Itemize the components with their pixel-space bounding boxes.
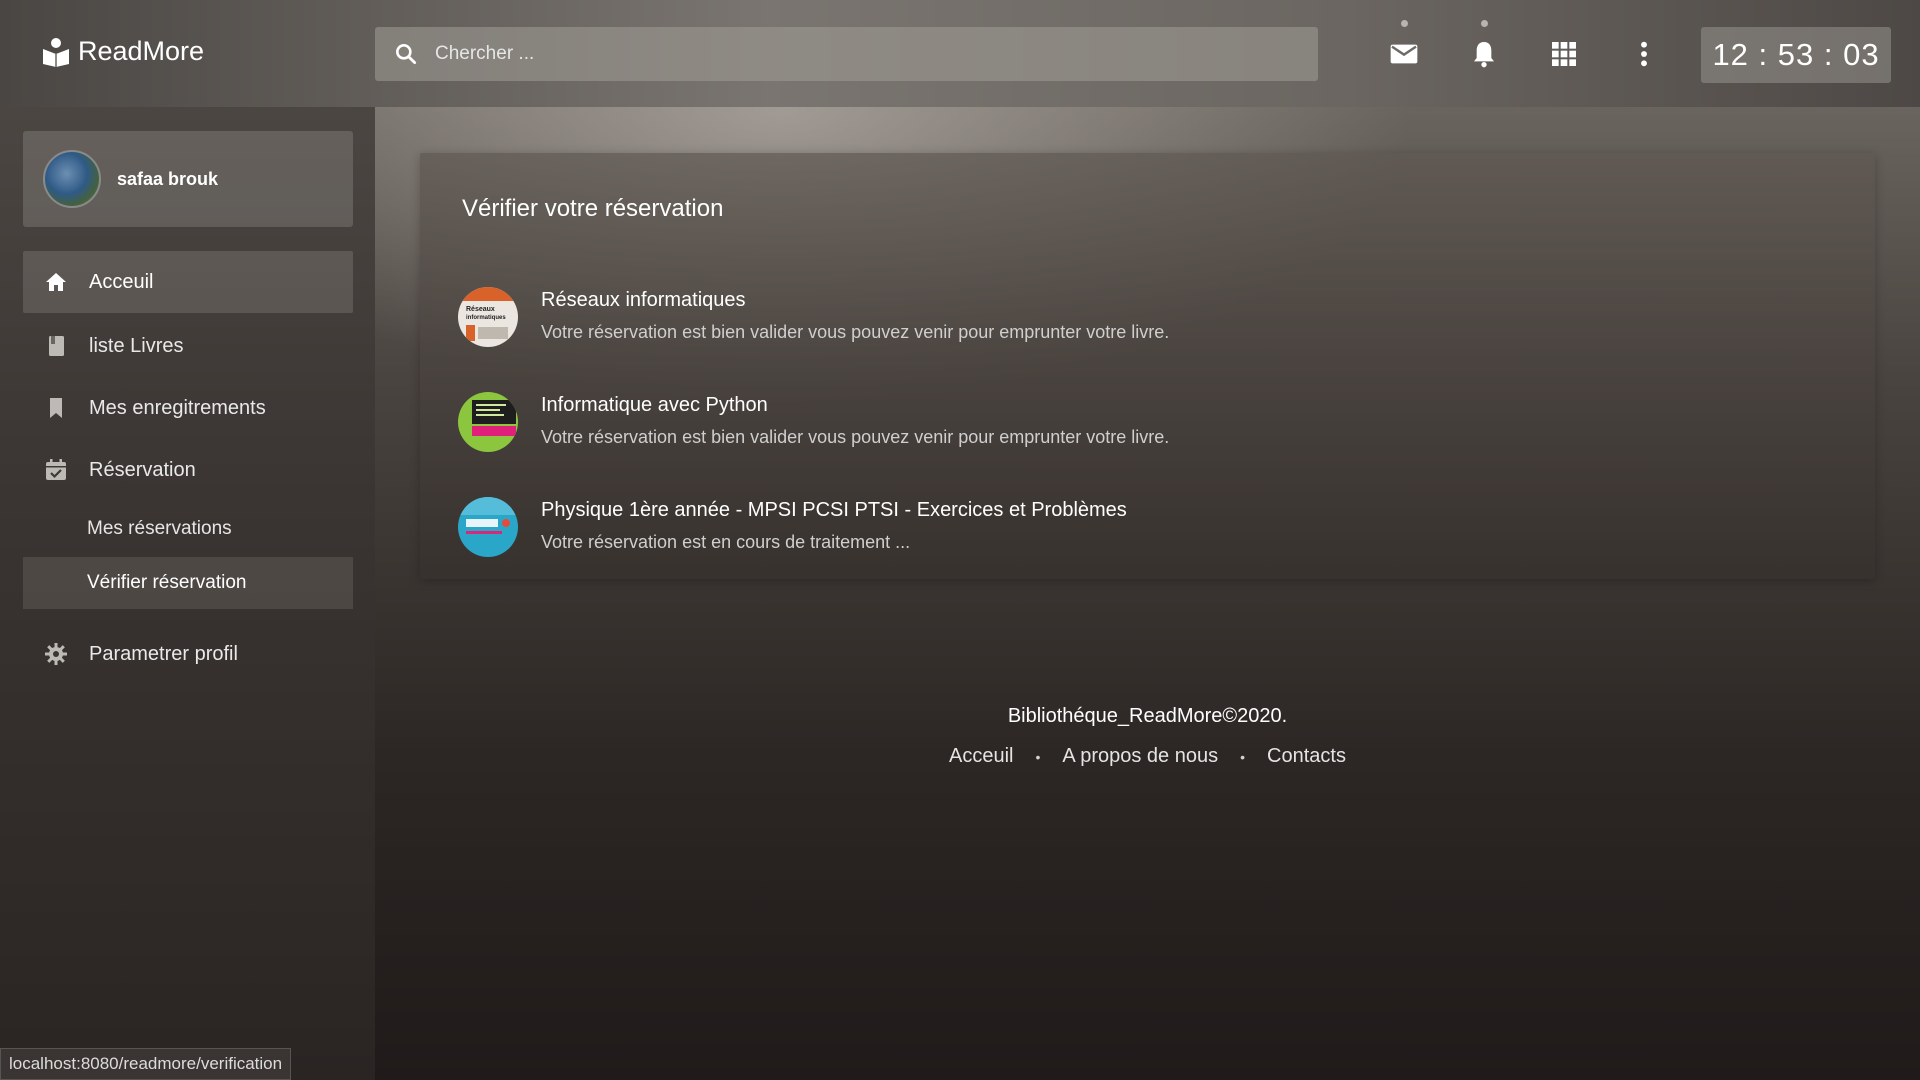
list-item[interactable]: Physique 1ère année - MPSI PCSI PTSI - E… <box>458 497 1838 577</box>
book-title: Informatique avec Python <box>541 394 768 416</box>
book-cover-thumbnail: Réseaux informatiques <box>458 287 518 347</box>
sidebar-item-reservation[interactable]: Réservation <box>23 439 353 501</box>
sidebar-subitem-label: Vérifier réservation <box>87 572 247 593</box>
list-item[interactable]: Informatique avec Python Votre réservati… <box>458 392 1838 472</box>
apps-button[interactable] <box>1544 34 1584 74</box>
brand-logo[interactable]: ReadMore <box>42 36 204 67</box>
avatar <box>43 150 101 208</box>
card-title: Vérifier votre réservation <box>462 195 724 222</box>
footer-separator: • <box>1035 748 1041 765</box>
search-input[interactable] <box>435 43 1295 65</box>
sidebar-item-label: liste Livres <box>89 334 184 357</box>
gear-icon <box>43 641 69 667</box>
footer-link-a-propos[interactable]: A propos de nous <box>1062 745 1218 768</box>
footer-links: Acceuil • A propos de nous • Contacts <box>420 745 1875 768</box>
search-icon <box>396 44 417 65</box>
reservation-card: Vérifier votre réservation Réseaux infor… <box>420 153 1875 579</box>
notifications-button[interactable] <box>1464 34 1504 74</box>
clock-display: 12 : 53 : 03 <box>1701 27 1891 83</box>
search-bar[interactable] <box>375 27 1318 81</box>
book-icon <box>43 333 69 359</box>
reservation-status: Votre réservation est bien valider vous … <box>541 427 1170 447</box>
sidebar-item-acceuil[interactable]: Acceuil <box>23 251 353 313</box>
book-title: Physique 1ère année - MPSI PCSI PTSI - E… <box>541 499 1127 521</box>
list-item[interactable]: Réseaux informatiques Réseaux informatiq… <box>458 287 1838 367</box>
top-bar: ReadMore Chercher ... 12: 53: 03 <box>0 0 1920 107</box>
user-profile-card[interactable]: safaa brouk <box>23 131 353 227</box>
sidebar-item-label: Parametrer profil <box>89 642 238 665</box>
footer-link-contacts[interactable]: Contacts <box>1267 745 1346 768</box>
bookmark-icon <box>43 395 69 421</box>
svg-text:Réseaux: Réseaux <box>466 306 495 313</box>
sidebar-item-label: Acceuil <box>89 270 154 293</box>
footer-separator: • <box>1240 748 1246 765</box>
more-vert-icon <box>1641 41 1647 67</box>
sidebar-item-label: Réservation <box>89 458 196 481</box>
svg-text:informatiques: informatiques <box>466 315 506 321</box>
reservation-status: Votre réservation est bien valider vous … <box>541 322 1170 342</box>
sidebar-subitem-mes-reservations[interactable]: Mes réservations <box>23 503 353 555</box>
bell-indicator-dot <box>1481 20 1488 27</box>
mail-button[interactable] <box>1384 34 1424 74</box>
sidebar-subitem-label: Mes réservations <box>87 518 232 539</box>
sidebar-item-label: Mes enregitrements <box>89 396 266 419</box>
sidebar-item-liste-livres[interactable]: liste Livres <box>23 315 353 377</box>
sidebar-item-mes-enregitrements[interactable]: Mes enregitrements <box>23 377 353 439</box>
brand-name: ReadMore <box>78 36 205 66</box>
sidebar: safaa brouk Acceuil liste Livres Mes enr… <box>0 107 375 1080</box>
home-icon <box>43 269 69 295</box>
sidebar-subitem-verifier-reservation[interactable]: Vérifier réservation <box>23 557 353 609</box>
sidebar-item-parametrer-profil[interactable]: Parametrer profil <box>23 623 353 685</box>
mail-indicator-dot <box>1401 20 1408 27</box>
footer-copyright: Bibliothéque_ReadMore©2020. <box>1007 705 1288 727</box>
footer-link-acceuil[interactable]: Acceuil <box>949 745 1013 768</box>
book-cover-thumbnail <box>458 392 518 452</box>
status-bar-url: localhost:8080/readmore/verification <box>0 1048 292 1080</box>
reservation-status: Votre réservation est en cours de traite… <box>541 532 911 552</box>
bell-icon <box>1474 42 1494 68</box>
book-reader-icon <box>43 37 69 67</box>
mail-icon <box>1390 44 1418 64</box>
calendar-check-icon <box>43 457 69 483</box>
apps-grid-icon <box>1552 42 1576 66</box>
book-title: Réseaux informatiques <box>541 289 746 311</box>
book-cover-thumbnail <box>458 497 518 557</box>
user-name: safaa brouk <box>117 168 219 189</box>
more-options-button[interactable] <box>1624 34 1664 74</box>
